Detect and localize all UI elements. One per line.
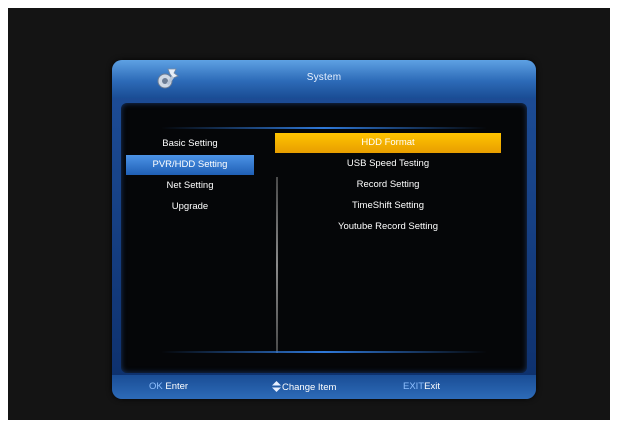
exit-label: Exit — [424, 381, 440, 392]
up-down-arrows-icon — [272, 381, 281, 392]
submenu-item-timeshift-setting[interactable]: TimeShift Setting — [275, 196, 501, 216]
menu-item-net-setting[interactable]: Net Setting — [126, 176, 254, 196]
enter-label: Enter — [165, 381, 189, 392]
page-title: System — [306, 72, 342, 83]
exit-hint: EXITExit — [403, 381, 440, 392]
header-bar: System — [112, 60, 536, 98]
footer-hint-bar: OK Enter Change Item EXITExit — [112, 375, 536, 399]
submenu-item-usb-speed-testing[interactable]: USB Speed Testing — [275, 154, 501, 174]
tv-screen: System Basic Setting PVR/HDD Setting Net… — [8, 8, 610, 420]
submenu-item-youtube-record-setting[interactable]: Youtube Record Setting — [275, 217, 501, 237]
submenu-item-record-setting[interactable]: Record Setting — [275, 175, 501, 195]
menu-item-basic-setting[interactable]: Basic Setting — [126, 134, 254, 154]
menu-item-upgrade[interactable]: Upgrade — [126, 197, 254, 217]
category-menu: Basic Setting PVR/HDD Setting Net Settin… — [126, 134, 254, 218]
submenu: HDD Format USB Speed Testing Record Sett… — [275, 133, 501, 238]
ok-enter-hint: OK Enter — [149, 381, 188, 392]
menu-item-pvr-hdd-setting[interactable]: PVR/HDD Setting — [126, 155, 254, 175]
submenu-item-hdd-format[interactable]: HDD Format — [275, 133, 501, 153]
change-item-hint: Change Item — [272, 381, 336, 393]
bottom-glow-divider — [161, 351, 487, 353]
ok-key-label: OK — [149, 381, 163, 392]
exit-key-label: EXIT — [403, 381, 425, 392]
change-item-label: Change Item — [282, 382, 337, 393]
system-menu-window: System Basic Setting PVR/HDD Setting Net… — [112, 60, 536, 399]
top-glow-divider — [161, 127, 487, 129]
